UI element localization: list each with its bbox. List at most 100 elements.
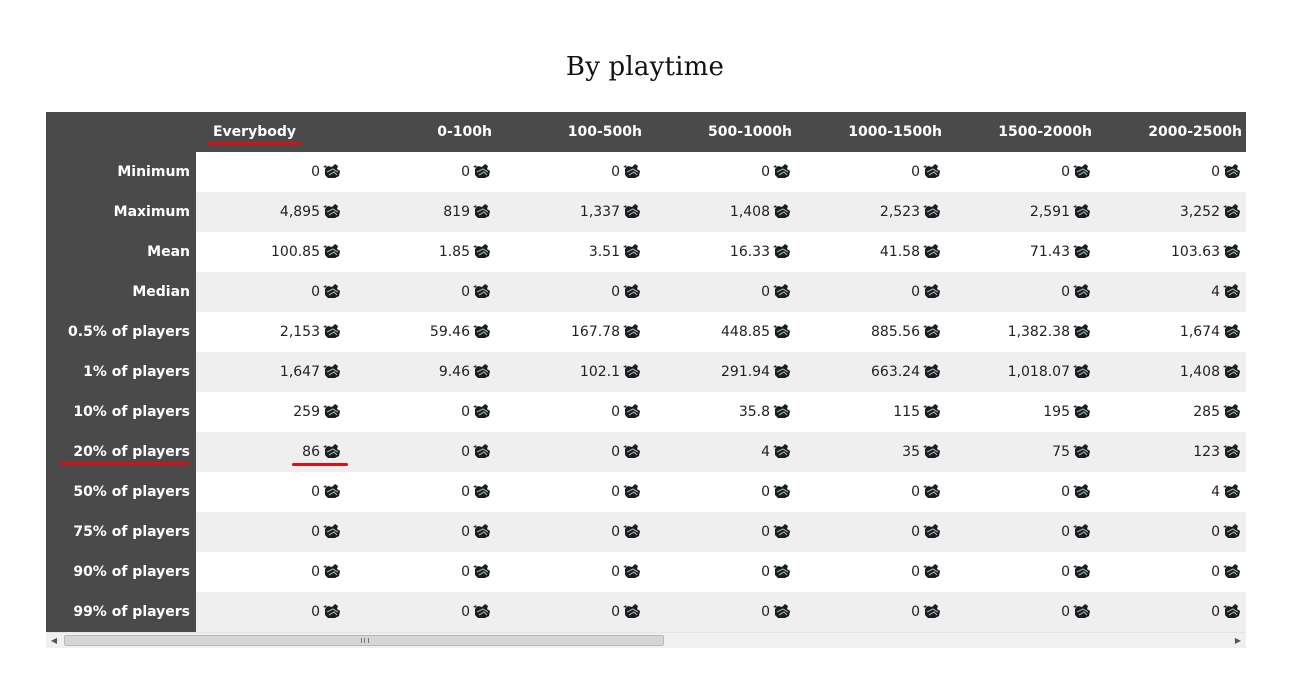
- table-cell: 2,591: [946, 192, 1096, 232]
- row-label: 99% of players: [46, 592, 196, 632]
- cell-value: 0: [311, 484, 320, 500]
- table-cell: 0: [946, 272, 1096, 312]
- table-cell: 819: [346, 192, 496, 232]
- loot-bag-icon: [623, 443, 642, 459]
- loot-bag-icon: [623, 483, 642, 499]
- table-cell: 0: [196, 152, 346, 192]
- cell-value: 0: [311, 524, 320, 540]
- loot-bag-icon: [1073, 203, 1092, 219]
- table-cell: 2,523: [796, 192, 946, 232]
- loot-bag-icon: [1223, 243, 1242, 259]
- loot-bag-icon: [323, 443, 342, 459]
- cell-value: 0: [611, 564, 620, 580]
- loot-bag-icon: [1223, 203, 1242, 219]
- row-label: 50% of players: [46, 472, 196, 512]
- cell-value: 0: [761, 604, 770, 620]
- row-label: 20% of players: [46, 432, 196, 472]
- row-label-text: 0.5% of players: [68, 324, 190, 340]
- table-cell: 0: [796, 472, 946, 512]
- loot-bag-icon: [323, 483, 342, 499]
- loot-bag-icon: [1223, 283, 1242, 299]
- cell-value: 0: [461, 564, 470, 580]
- column-header[interactable]: 100-500h: [496, 112, 646, 152]
- horizontal-scrollbar[interactable]: ◀ ▶: [46, 632, 1246, 648]
- cell-value: 3.51: [588, 244, 620, 260]
- column-header-label: 0-100h: [437, 124, 492, 140]
- column-header[interactable]: 2000-2500h: [1096, 112, 1246, 152]
- table-row: 10% of players 259 0 0 35.8 115 195 285: [46, 392, 1246, 432]
- scrollbar-thumb[interactable]: [64, 635, 664, 646]
- loot-bag-icon: [773, 323, 792, 339]
- cell-value: 0: [911, 524, 920, 540]
- loot-bag-icon: [623, 603, 642, 619]
- table-row: 0.5% of players 2,153 59.46 167.78 448.85 885…: [46, 312, 1246, 352]
- cell-value: 1,408: [1179, 364, 1220, 380]
- table-cell: 1,382.38: [946, 312, 1096, 352]
- row-label: Maximum: [46, 192, 196, 232]
- table-row: 99% of players 0 0 0 0 0 0 0: [46, 592, 1246, 632]
- table-cell: 4: [646, 432, 796, 472]
- cell-value: 0: [311, 564, 320, 580]
- annotation-underline-everybody: [206, 142, 302, 145]
- loot-bag-icon: [323, 283, 342, 299]
- column-header[interactable]: Everybody: [196, 112, 346, 152]
- cell-value: 0: [611, 604, 620, 620]
- cell-value: 0: [1061, 284, 1070, 300]
- loot-bag-icon: [773, 443, 792, 459]
- cell-value: 1.85: [438, 244, 470, 260]
- table-row: Mean 100.85 1.85 3.51 16.33 41.58 71.43 103.63: [46, 232, 1246, 272]
- loot-bag-icon: [323, 403, 342, 419]
- table-cell: 0: [1096, 552, 1246, 592]
- cell-value: 663.24: [871, 364, 920, 380]
- annotation-underline-86: [292, 463, 348, 466]
- cell-value: 103.63: [1171, 244, 1220, 260]
- scroll-right-arrow-icon[interactable]: ▶: [1230, 633, 1246, 648]
- cell-value: 4: [761, 444, 770, 460]
- loot-bag-icon: [623, 563, 642, 579]
- cell-value: 102.1: [579, 364, 620, 380]
- row-label-text: Minimum: [117, 164, 190, 180]
- table-cell: 0: [346, 152, 496, 192]
- column-header[interactable]: 1000-1500h: [796, 112, 946, 152]
- cell-value: 0: [311, 284, 320, 300]
- table-cell: 0: [646, 472, 796, 512]
- table-cell: 0: [1096, 152, 1246, 192]
- table-cell: 2,153: [196, 312, 346, 352]
- column-header[interactable]: 0-100h: [346, 112, 496, 152]
- cell-value: 35: [902, 444, 920, 460]
- loot-bag-icon: [1073, 443, 1092, 459]
- loot-bag-icon: [323, 323, 342, 339]
- table-cell: 285: [1096, 392, 1246, 432]
- table-cell: 195: [946, 392, 1096, 432]
- loot-bag-icon: [323, 203, 342, 219]
- table-cell: 16.33: [646, 232, 796, 272]
- scrollbar-grip-icon: [361, 638, 369, 643]
- row-label: 0.5% of players: [46, 312, 196, 352]
- table-cell: 259: [196, 392, 346, 432]
- stats-table-container[interactable]: Everybody 0-100h 100-500h 500-1000h 1000-150…: [46, 112, 1246, 632]
- scroll-left-arrow-icon[interactable]: ◀: [46, 633, 62, 648]
- table-cell: 59.46: [346, 312, 496, 352]
- table-cell: 885.56: [796, 312, 946, 352]
- table-cell: 0: [646, 272, 796, 312]
- row-label: Median: [46, 272, 196, 312]
- loot-bag-icon: [923, 203, 942, 219]
- column-header[interactable]: 500-1000h: [646, 112, 796, 152]
- loot-bag-icon: [623, 203, 642, 219]
- table-cell: 0: [1096, 512, 1246, 552]
- loot-bag-icon: [323, 563, 342, 579]
- cell-value: 4,895: [279, 204, 320, 220]
- loot-bag-icon: [773, 363, 792, 379]
- row-label-text: 50% of players: [73, 484, 190, 500]
- loot-bag-icon: [923, 523, 942, 539]
- cell-value: 0: [461, 484, 470, 500]
- loot-bag-icon: [323, 163, 342, 179]
- loot-bag-icon: [473, 363, 492, 379]
- cell-value: 1,674: [1179, 324, 1220, 340]
- table-cell: 0: [1096, 592, 1246, 632]
- cell-value: 71.43: [1029, 244, 1070, 260]
- column-header[interactable]: 1500-2000h: [946, 112, 1096, 152]
- column-header-label: 500-1000h: [708, 124, 792, 140]
- column-header-label: 2000-2500h: [1148, 124, 1242, 140]
- loot-bag-icon: [473, 403, 492, 419]
